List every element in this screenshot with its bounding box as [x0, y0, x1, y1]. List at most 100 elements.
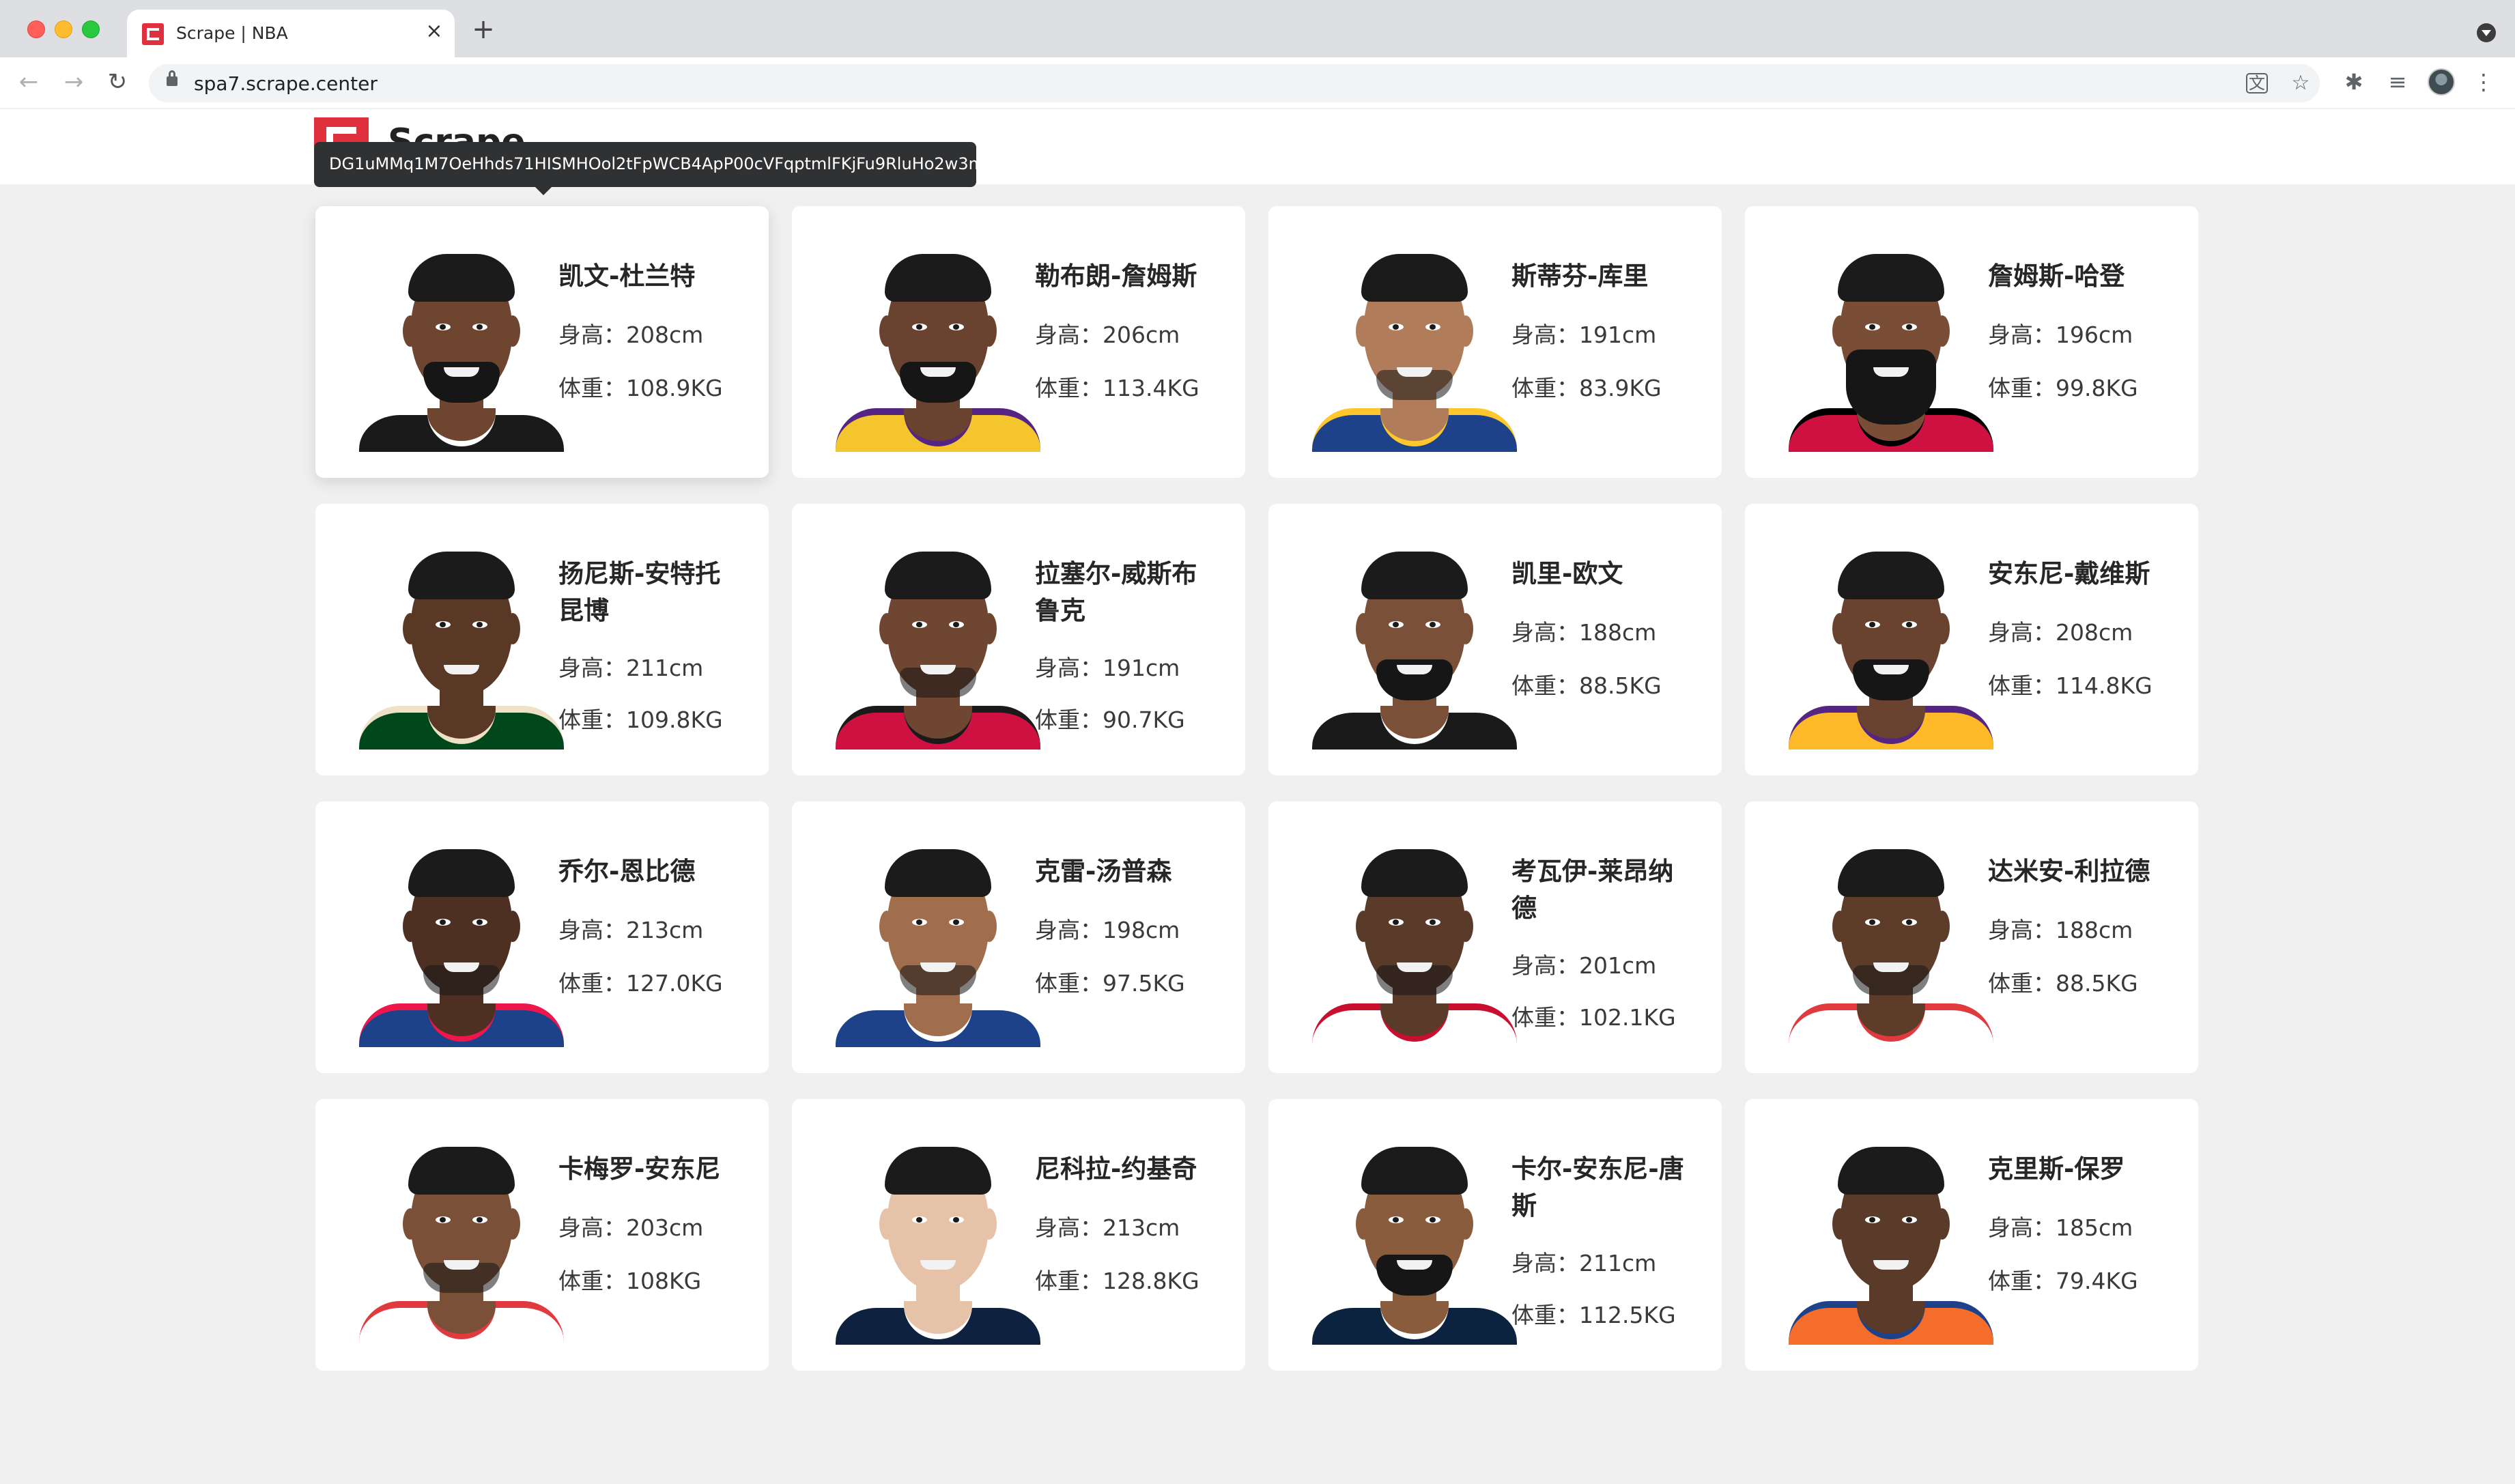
player-card[interactable]: 卡尔-安东尼-唐斯 身高：211cm 体重：112.5KG: [1268, 1099, 1722, 1371]
player-photo[interactable]: [1312, 545, 1517, 750]
player-name[interactable]: 达米安-利拉德: [1988, 853, 2172, 890]
lock-icon[interactable]: [167, 70, 177, 86]
player-mouth: [1873, 367, 1909, 377]
player-card[interactable]: 克雷-汤普森 身高：198cm 体重：97.5KG: [792, 801, 1245, 1073]
player-card[interactable]: 卡梅罗-安东尼 身高：203cm 体重：108KG: [315, 1099, 769, 1371]
player-hair: [1361, 254, 1468, 302]
window-close-button[interactable]: [27, 20, 45, 38]
player-name[interactable]: 考瓦伊-莱昂纳德: [1511, 853, 1696, 927]
player-photo[interactable]: [359, 1140, 564, 1345]
player-name[interactable]: 乔尔-恩比德: [558, 853, 743, 890]
player-photo[interactable]: [359, 545, 564, 750]
tab-search-icon[interactable]: [2477, 23, 2496, 42]
player-mouth: [1873, 962, 1909, 972]
player-card[interactable]: 尼科拉-约基奇 身高：213cm 体重：128.8KG: [792, 1099, 1245, 1371]
player-eye: [912, 1216, 927, 1223]
extensions-puzzle-icon[interactable]: ✱: [2340, 68, 2368, 96]
player-mouth: [920, 1260, 956, 1270]
player-eye: [1389, 1216, 1404, 1223]
player-name[interactable]: 凯里-欧文: [1511, 556, 1696, 593]
player-name[interactable]: 扬尼斯-安特托昆博: [558, 556, 743, 629]
player-photo[interactable]: [836, 1140, 1040, 1345]
player-name[interactable]: 詹姆斯-哈登: [1988, 258, 2172, 295]
bookmark-star-icon[interactable]: ☆: [2288, 71, 2313, 96]
tab-title: Scrape | NBA: [176, 23, 288, 43]
player-photo[interactable]: [1312, 842, 1517, 1047]
profile-avatar[interactable]: [2428, 68, 2455, 96]
player-height: 身高：211cm: [1511, 1250, 1657, 1276]
player-photo[interactable]: [836, 545, 1040, 750]
player-hair: [1838, 849, 1944, 897]
player-card[interactable]: 凯文-杜兰特 身高：208cm 体重：108.9KG: [315, 206, 769, 478]
player-photo[interactable]: [359, 247, 564, 452]
player-photo[interactable]: [1789, 1140, 1993, 1345]
player-photo[interactable]: [836, 247, 1040, 452]
player-card[interactable]: 安东尼-戴维斯 身高：208cm 体重：114.8KG: [1745, 504, 2198, 775]
player-card[interactable]: 拉塞尔-威斯布鲁克 身高：191cm 体重：90.7KG: [792, 504, 1245, 775]
player-name[interactable]: 安东尼-戴维斯: [1988, 556, 2172, 593]
player-hair: [1838, 1147, 1944, 1195]
player-beard: [1846, 349, 1936, 425]
browser-menu-icon[interactable]: ⋮: [2470, 68, 2497, 96]
player-name[interactable]: 勒布朗-詹姆斯: [1035, 258, 1219, 295]
player-height: 身高：185cm: [1988, 1214, 2133, 1241]
player-name[interactable]: 凯文-杜兰特: [558, 258, 743, 295]
player-weight: 体重：112.5KG: [1511, 1302, 1676, 1328]
tab-close-icon[interactable]: ×: [422, 19, 446, 44]
player-name[interactable]: 尼科拉-约基奇: [1035, 1151, 1219, 1188]
player-name[interactable]: 斯蒂芬-库里: [1511, 258, 1696, 295]
player-photo[interactable]: [1789, 842, 1993, 1047]
player-card[interactable]: 詹姆斯-哈登 身高：196cm 体重：99.8KG: [1745, 206, 2198, 478]
tooltip-text: DG1uMMq1M7OeHhds71HISMHOol2tFpWCB4ApP00c…: [329, 154, 1010, 173]
address-bar[interactable]: spa7.scrape.center 文 ☆: [149, 64, 2320, 102]
navigation-bar: ← → ↻ spa7.scrape.center 文 ☆: [0, 57, 2515, 108]
player-hair: [408, 254, 515, 302]
player-eye: [472, 1216, 487, 1223]
player-grid: 凯文-杜兰特 身高：208cm 体重：108.9KG 勒布朗-詹姆斯 身高：20…: [315, 206, 2200, 1371]
player-name[interactable]: 克雷-汤普森: [1035, 853, 1219, 890]
player-hair: [885, 552, 991, 599]
window-minimize-button[interactable]: [55, 20, 72, 38]
player-photo[interactable]: [836, 842, 1040, 1047]
player-card[interactable]: 达米安-利拉德 身高：188cm 体重：88.5KG: [1745, 801, 2198, 1073]
player-photo[interactable]: [1312, 247, 1517, 452]
player-card[interactable]: 克里斯-保罗 身高：185cm 体重：79.4KG: [1745, 1099, 2198, 1371]
back-arrow-icon[interactable]: ←: [14, 67, 44, 97]
player-photo[interactable]: [359, 842, 564, 1047]
reload-icon[interactable]: ↻: [102, 67, 132, 97]
player-mouth: [920, 962, 956, 972]
player-height: 身高：201cm: [1511, 952, 1657, 979]
player-name[interactable]: 卡梅罗-安东尼: [558, 1151, 743, 1188]
tooltip-arrow: [535, 187, 552, 195]
player-card[interactable]: 凯里-欧文 身高：188cm 体重：88.5KG: [1268, 504, 1722, 775]
player-card[interactable]: 乔尔-恩比德 身高：213cm 体重：127.0KG: [315, 801, 769, 1073]
player-name[interactable]: 卡尔-安东尼-唐斯: [1511, 1151, 1696, 1225]
player-eye: [912, 919, 927, 926]
translate-icon[interactable]: 文: [2246, 73, 2268, 94]
player-hair: [1838, 254, 1944, 302]
player-photo[interactable]: [1789, 545, 1993, 750]
player-weight: 体重：128.8KG: [1035, 1268, 1199, 1294]
player-mouth: [1397, 665, 1432, 674]
forward-arrow-icon[interactable]: →: [59, 67, 89, 97]
url-text[interactable]: spa7.scrape.center: [194, 72, 378, 95]
browser-tab-active[interactable]: Scrape | NBA ×: [127, 10, 455, 57]
player-weight: 体重：108.9KG: [558, 375, 723, 401]
new-tab-button[interactable]: +: [470, 16, 497, 44]
player-hair: [1838, 552, 1944, 599]
media-control-icon[interactable]: ≡: [2384, 68, 2411, 96]
player-mouth: [920, 665, 956, 674]
player-card[interactable]: 斯蒂芬-库里 身高：191cm 体重：83.9KG: [1268, 206, 1722, 478]
player-name[interactable]: 克里斯-保罗: [1988, 1151, 2172, 1188]
player-mouth: [444, 665, 479, 674]
player-weight: 体重：109.8KG: [558, 707, 723, 733]
player-eye: [1425, 621, 1440, 628]
window-maximize-button[interactable]: [82, 20, 100, 38]
player-card[interactable]: 勒布朗-詹姆斯 身高：206cm 体重：113.4KG: [792, 206, 1245, 478]
player-photo[interactable]: [1312, 1140, 1517, 1345]
player-eye: [436, 919, 451, 926]
player-name[interactable]: 拉塞尔-威斯布鲁克: [1035, 556, 1219, 629]
player-photo[interactable]: [1789, 247, 1993, 452]
player-card[interactable]: 考瓦伊-莱昂纳德 身高：201cm 体重：102.1KG: [1268, 801, 1722, 1073]
player-card[interactable]: 扬尼斯-安特托昆博 身高：211cm 体重：109.8KG: [315, 504, 769, 775]
